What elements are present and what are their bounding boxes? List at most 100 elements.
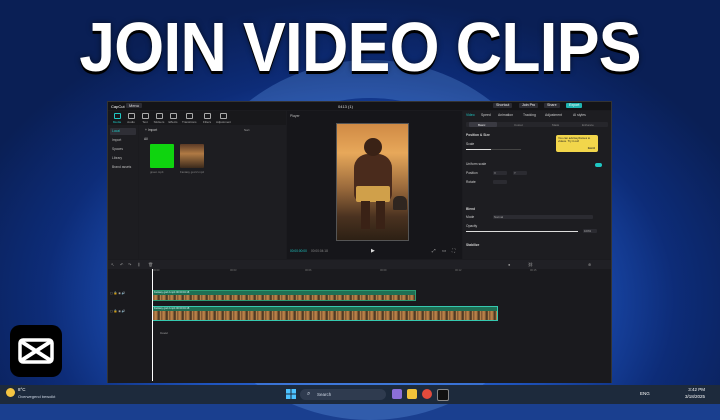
rotate-field[interactable] xyxy=(493,180,507,184)
transitions-icon xyxy=(185,113,193,119)
timeline-clip-main[interactable]: Fantasy god 2.mp4 00:00:04:18 xyxy=(152,306,498,321)
zoom-icon[interactable]: ⊕ xyxy=(588,262,591,267)
uniform-scale-toggle[interactable] xyxy=(595,163,602,167)
mode-label: Mode xyxy=(466,215,475,219)
weather-desc[interactable]: Overwegend bewolkt xyxy=(18,394,55,399)
position-label: Position xyxy=(466,171,478,175)
tab-ai-styles[interactable]: AI styles xyxy=(573,113,586,117)
nav-library[interactable]: Library xyxy=(110,155,136,162)
position-x-field[interactable]: X xyxy=(493,171,507,175)
timeline-panel: ↖ ↶ ↷ ⫼ 🗑 ● ⛓ ⊕ 00:00 00:03 00:06 00:09 … xyxy=(108,260,611,383)
mic-icon[interactable]: ● xyxy=(508,262,510,267)
scale-label: Scale xyxy=(466,142,475,146)
tab-adjustment-props[interactable]: Adjustment xyxy=(545,113,562,117)
windows-taskbar: 8°C Overwegend bewolkt ⌕ Search ENG 3:42… xyxy=(0,385,720,404)
clock-date[interactable]: 3/18/2025 xyxy=(675,394,705,399)
split-icon[interactable]: ⫼ xyxy=(138,262,140,267)
file-explorer-icon[interactable] xyxy=(407,389,417,399)
subtab-mask[interactable]: Mask xyxy=(552,123,559,127)
tab-stickers[interactable]: Stickers xyxy=(152,112,166,124)
elephant-shape xyxy=(393,196,407,210)
import-button[interactable]: + Import xyxy=(145,128,157,132)
clip-filmstrip xyxy=(153,311,497,320)
scale-slider[interactable] xyxy=(466,149,521,150)
video-preview[interactable] xyxy=(336,123,409,241)
windows-start-icon[interactable] xyxy=(286,389,296,399)
figure-leg xyxy=(376,201,385,229)
media-panel: + Import Sort All green.mp4 Fantasy god … xyxy=(139,125,286,259)
thumbnail-label: green.mp4 xyxy=(150,170,164,174)
opacity-slider[interactable] xyxy=(466,231,578,232)
ratio-icon[interactable]: ▭ xyxy=(442,248,446,254)
tooltip-ok-button[interactable]: Got it xyxy=(588,146,595,150)
subtab-enhance[interactable]: Enhance xyxy=(582,123,594,127)
select-icon[interactable]: ↖ xyxy=(111,262,114,267)
subtab-basic[interactable]: Basic xyxy=(478,123,485,127)
clock-time[interactable]: 3:42 PM xyxy=(675,387,705,392)
filter-all[interactable]: All xyxy=(144,137,148,141)
track-header-main[interactable]: ▢ 🔒 ◉ 🔊 xyxy=(110,309,146,319)
capcut-window: CapCut Menu 0413 (1) Shortcut Join Pro S… xyxy=(107,101,612,383)
tab-animation[interactable]: Animation xyxy=(498,113,513,117)
share-button[interactable]: Share xyxy=(544,103,560,108)
playhead[interactable] xyxy=(152,269,153,381)
cover-label[interactable]: Cover xyxy=(160,331,168,335)
opacity-label: Opacity xyxy=(466,224,478,228)
weather-icon[interactable] xyxy=(6,388,15,397)
chrome-icon[interactable] xyxy=(422,389,432,399)
adjustment-icon xyxy=(219,113,227,119)
join-pro-button[interactable]: Join Pro xyxy=(519,103,539,108)
delete-icon[interactable]: 🗑 xyxy=(148,262,153,267)
tab-effects[interactable]: Effects xyxy=(166,112,180,124)
app-icon-1[interactable] xyxy=(392,389,402,399)
capcut-taskbar-icon[interactable] xyxy=(437,389,449,401)
player-panel: Player 00:00:00:00 00:00:04:18 ▶ ⤢ ▭ ⛶ xyxy=(287,111,462,259)
media-thumbnail-fantasy-god[interactable] xyxy=(180,144,204,168)
sub-tabs: Basic Cutout Mask Enhance xyxy=(466,122,608,127)
tab-audio[interactable]: Audio xyxy=(124,112,138,124)
taskbar-search[interactable]: ⌕ Search xyxy=(300,389,386,400)
nav-local[interactable]: Local xyxy=(110,128,136,135)
position-y-field[interactable]: Y xyxy=(513,171,527,175)
media-thumbnail-green[interactable] xyxy=(150,144,174,168)
ruler-tick: 00:00 xyxy=(153,269,160,272)
search-placeholder: Search xyxy=(317,392,332,397)
menu-button[interactable]: Menu xyxy=(126,103,143,108)
export-button[interactable]: Export xyxy=(566,103,583,108)
tab-media[interactable]: Media xyxy=(110,112,124,124)
text-icon xyxy=(141,113,149,119)
tab-speed[interactable]: Speed xyxy=(481,113,491,117)
nav-brand-assets[interactable]: Brand assets xyxy=(110,164,136,171)
fullscreen-icon[interactable]: ⛶ xyxy=(452,248,455,253)
ruler-tick: 00:06 xyxy=(305,269,312,272)
timeline-clip[interactable]: Fantasy god 2.mp4 00:00:04:18 xyxy=(152,290,416,301)
tab-filters[interactable]: Filters xyxy=(200,112,214,124)
tab-adjustment[interactable]: Adjustment xyxy=(216,112,231,124)
tab-transitions[interactable]: Transitions xyxy=(182,112,197,124)
fit-icon[interactable]: ⤢ xyxy=(432,248,436,253)
tab-tracking[interactable]: Tracking xyxy=(523,113,536,117)
track-header-1[interactable]: ▢ 🔒 ◉ 🔊 xyxy=(110,291,146,301)
subtab-cutout[interactable]: Cutout xyxy=(514,123,523,127)
shortcut-button[interactable]: Shortcut xyxy=(493,103,513,108)
effects-icon xyxy=(169,113,177,119)
sort-button[interactable]: Sort xyxy=(244,128,250,132)
tab-text[interactable]: Text xyxy=(138,112,152,124)
play-icon[interactable]: ▶ xyxy=(371,248,375,254)
redo-icon[interactable]: ↷ xyxy=(128,262,131,267)
weather-temp[interactable]: 8°C xyxy=(18,387,26,392)
tab-video[interactable]: Video xyxy=(466,113,475,117)
app-logo: CapCut xyxy=(111,103,125,109)
link-icon[interactable]: ⛓ xyxy=(528,262,533,267)
mode-select[interactable]: Normal xyxy=(493,215,593,219)
opacity-value[interactable]: 100% xyxy=(583,229,597,233)
nav-import[interactable]: Import xyxy=(110,137,136,144)
project-title: 0413 (1) xyxy=(338,103,353,109)
blend-heading: Blend xyxy=(466,207,476,211)
media-icon xyxy=(113,113,121,119)
language-indicator[interactable]: ENG xyxy=(640,391,650,396)
duration-timecode: 00:00:04:18 xyxy=(311,249,328,253)
undo-icon[interactable]: ↶ xyxy=(120,262,123,267)
nav-spaces[interactable]: Spaces xyxy=(110,146,136,153)
current-timecode: 00:00:00:00 xyxy=(290,249,307,253)
